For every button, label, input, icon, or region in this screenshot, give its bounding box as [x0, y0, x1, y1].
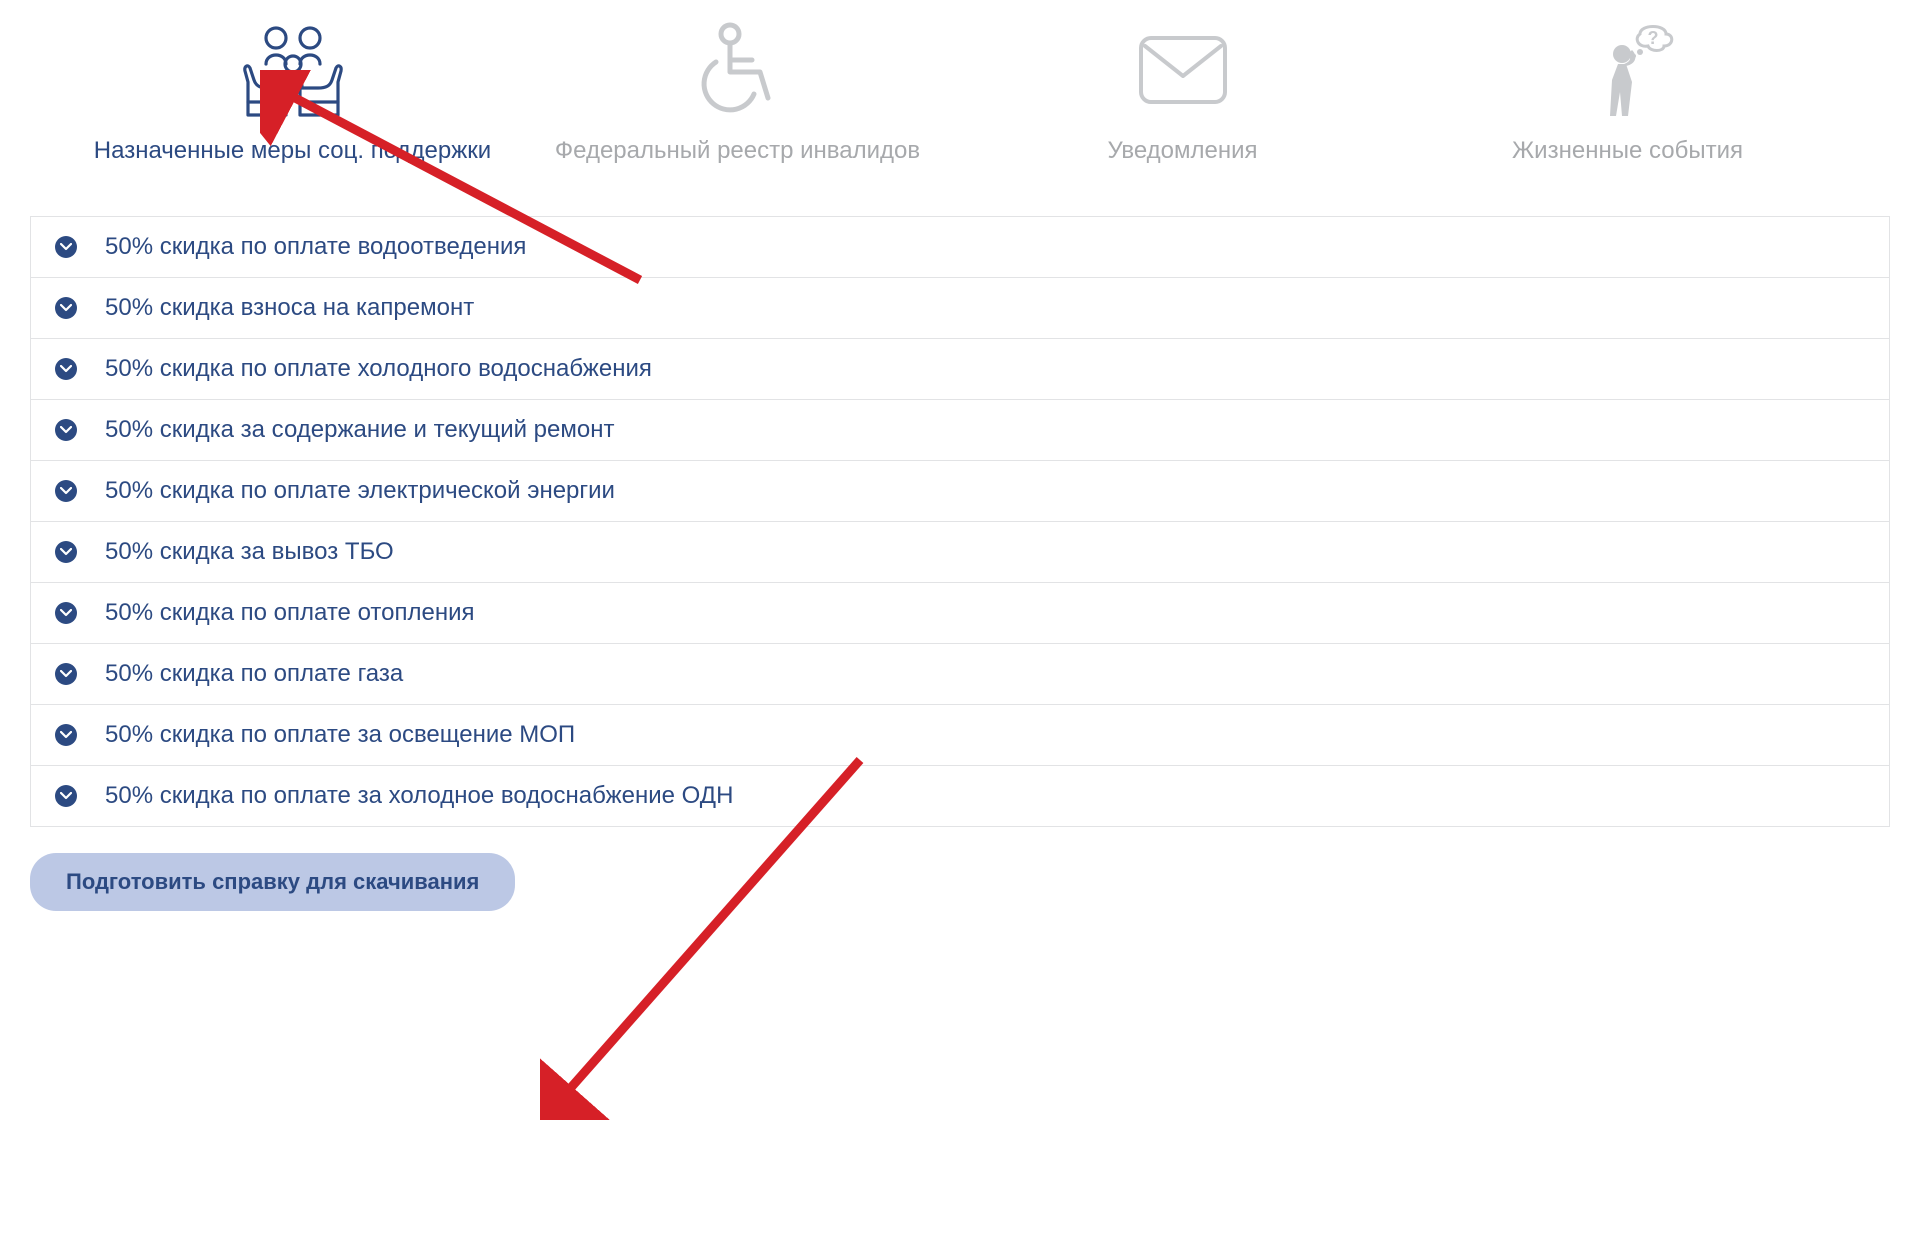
chevron-down-icon	[55, 663, 77, 685]
chevron-down-icon	[55, 480, 77, 502]
chevron-down-icon	[55, 297, 77, 319]
wheelchair-icon	[688, 20, 788, 120]
list-item[interactable]: 50% скидка по оплате газа	[31, 644, 1889, 705]
nav-tabs: Назначенные меры соц. поддержки Федераль…	[30, 20, 1890, 166]
list-item-label: 50% скидка по оплате электрической энерг…	[105, 477, 615, 505]
list-item-label: 50% скидка по оплате холодного водоснабж…	[105, 355, 652, 383]
tab-life-events[interactable]: ? Жизненные события	[1405, 20, 1850, 166]
list-item[interactable]: 50% скидка по оплате холодного водоснабж…	[31, 339, 1889, 400]
list-item-label: 50% скидка взноса на капремонт	[105, 294, 474, 322]
list-item-label: 50% скидка по оплате газа	[105, 660, 403, 688]
tab-notifications[interactable]: Уведомления	[960, 20, 1405, 166]
tab-disabled-registry[interactable]: Федеральный реестр инвалидов	[515, 20, 960, 166]
list-item[interactable]: 50% скидка по оплате за освещение МОП	[31, 705, 1889, 766]
tab-label: Уведомления	[1107, 135, 1257, 166]
svg-text:?: ?	[1647, 28, 1658, 48]
list-item[interactable]: 50% скидка по оплате за холодное водосна…	[31, 766, 1889, 827]
tab-social-support[interactable]: Назначенные меры соц. поддержки	[70, 20, 515, 166]
list-item-label: 50% скидка по оплате за холодное водосна…	[105, 782, 733, 810]
chevron-down-icon	[55, 419, 77, 441]
hands-family-icon	[238, 20, 348, 120]
list-item[interactable]: 50% скидка за вывоз ТБО	[31, 522, 1889, 583]
person-question-icon: ?	[1578, 20, 1678, 120]
chevron-down-icon	[55, 602, 77, 624]
list-item[interactable]: 50% скидка по оплате электрической энерг…	[31, 461, 1889, 522]
list-item[interactable]: 50% скидка за содержание и текущий ремон…	[31, 400, 1889, 461]
prepare-download-button[interactable]: Подготовить справку для скачивания	[30, 853, 515, 911]
list-item-label: 50% скидка по оплате водоотведения	[105, 233, 526, 261]
tab-label: Жизненные события	[1512, 135, 1743, 166]
chevron-down-icon	[55, 236, 77, 258]
list-item-label: 50% скидка по оплате за освещение МОП	[105, 721, 575, 749]
list-item[interactable]: 50% скидка по оплате отопления	[31, 583, 1889, 644]
envelope-icon	[1133, 20, 1233, 120]
discount-list: 50% скидка по оплате водоотведения 50% с…	[30, 216, 1890, 827]
chevron-down-icon	[55, 724, 77, 746]
list-item-label: 50% скидка за вывоз ТБО	[105, 538, 394, 566]
chevron-down-icon	[55, 358, 77, 380]
list-item-label: 50% скидка за содержание и текущий ремон…	[105, 416, 614, 444]
chevron-down-icon	[55, 785, 77, 807]
list-item-label: 50% скидка по оплате отопления	[105, 599, 474, 627]
tab-label: Назначенные меры соц. поддержки	[94, 135, 491, 166]
list-item[interactable]: 50% скидка взноса на капремонт	[31, 278, 1889, 339]
tab-label: Федеральный реестр инвалидов	[555, 135, 920, 166]
chevron-down-icon	[55, 541, 77, 563]
list-item[interactable]: 50% скидка по оплате водоотведения	[31, 217, 1889, 278]
